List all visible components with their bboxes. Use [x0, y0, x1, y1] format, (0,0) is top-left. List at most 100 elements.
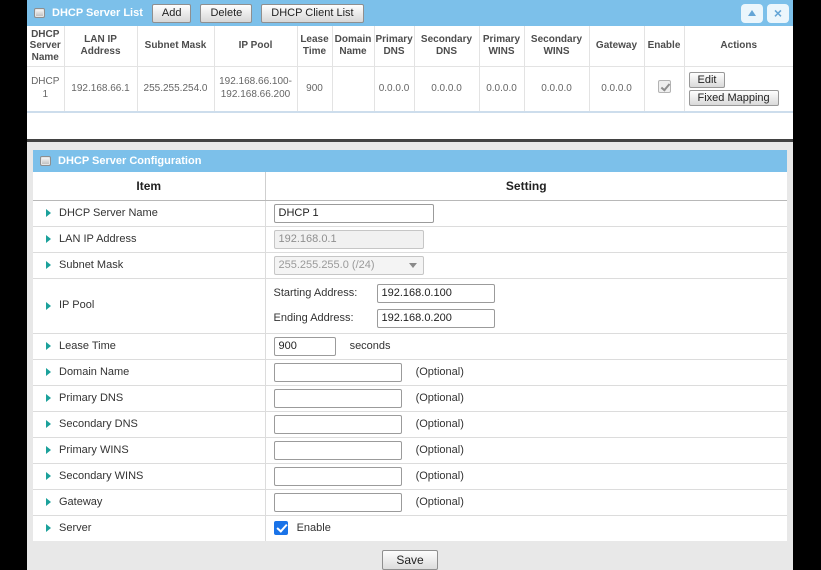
cell-lan-ip: 192.168.66.1	[64, 66, 137, 112]
lease-time-input[interactable]	[274, 337, 336, 356]
config-header-row: Item Setting	[33, 172, 787, 200]
item-bullet-icon	[46, 342, 51, 350]
lan-ip-address-input	[274, 230, 424, 249]
optional-label: (Optional)	[416, 366, 464, 378]
item-bullet-icon	[46, 394, 51, 402]
close-button[interactable]: ×	[767, 4, 789, 23]
edit-button[interactable]: Edit	[689, 72, 726, 88]
optional-label: (Optional)	[416, 496, 464, 508]
row-dhcp-server-name: DHCP Server Name	[33, 200, 787, 226]
collapse-icon	[748, 10, 756, 16]
subnet-mask-select: 255.255.255.0 (/24)	[274, 256, 424, 275]
row-primary-wins: Primary WINS (Optional)	[33, 437, 787, 463]
panel-title: DHCP Server Configuration	[58, 155, 201, 167]
cell-name: DHCP 1	[27, 66, 64, 112]
item-label: Domain Name	[59, 366, 129, 378]
row-lan-ip-address: LAN IP Address	[33, 226, 787, 252]
col-actions: Actions	[684, 26, 793, 66]
ip-pool-start: 192.168.66.100-	[216, 76, 296, 89]
table-row: DHCP 1 192.168.66.1 255.255.254.0 192.16…	[27, 66, 793, 112]
row-ip-pool: IP Pool Starting Address: Ending Address…	[33, 278, 787, 333]
dhcp-client-list-button[interactable]: DHCP Client List	[261, 4, 363, 23]
dhcp-server-name-input[interactable]	[274, 204, 434, 223]
section-gap	[27, 113, 793, 139]
enable-checkbox-disabled	[658, 80, 671, 93]
dhcp-server-configuration-table: Item Setting DHCP Server Name LAN IP Add…	[33, 172, 787, 541]
optional-label: (Optional)	[416, 444, 464, 456]
starting-address-label: Starting Address:	[274, 287, 377, 299]
collapse-button[interactable]	[741, 4, 763, 23]
item-label: Gateway	[59, 496, 102, 508]
item-bullet-icon	[46, 524, 51, 532]
ip-pool-end-line: Ending Address:	[274, 306, 788, 331]
col-ip-pool: IP Pool	[214, 26, 297, 66]
item-label: IP Pool	[59, 300, 94, 312]
cell-enable	[644, 66, 684, 112]
cell-gateway: 0.0.0.0	[589, 66, 644, 112]
server-enable-checkbox[interactable]	[274, 521, 288, 535]
cell-secondary-dns: 0.0.0.0	[414, 66, 479, 112]
ending-address-input[interactable]	[377, 309, 495, 328]
primary-dns-input[interactable]	[274, 389, 402, 408]
cell-subnet-mask: 255.255.254.0	[137, 66, 214, 112]
enable-label: Enable	[297, 522, 331, 534]
row-gateway: Gateway (Optional)	[33, 489, 787, 515]
row-subnet-mask: Subnet Mask 255.255.255.0 (/24)	[33, 252, 787, 278]
col-subnet-mask: Subnet Mask	[137, 26, 214, 66]
item-label: Primary DNS	[59, 392, 123, 404]
delete-button[interactable]: Delete	[200, 4, 252, 23]
row-secondary-dns: Secondary DNS (Optional)	[33, 411, 787, 437]
col-enable: Enable	[644, 26, 684, 66]
ip-pool-end: 192.168.66.200	[216, 89, 296, 102]
col-primary-dns: Primary DNS	[374, 26, 414, 66]
optional-label: (Optional)	[416, 418, 464, 430]
col-gateway: Gateway	[589, 26, 644, 66]
dhcp-server-configuration-panel: DHCP Server Configuration Item Setting D…	[27, 142, 793, 570]
panel-title: DHCP Server List	[52, 7, 143, 19]
col-dhcp-server-name: DHCP Server Name	[27, 26, 64, 66]
item-label: Secondary WINS	[59, 470, 143, 482]
cell-secondary-wins: 0.0.0.0	[524, 66, 589, 112]
panel-icon	[40, 156, 51, 166]
dhcp-server-list-header: DHCP Server List Add Delete DHCP Client …	[27, 0, 793, 26]
add-button[interactable]: Add	[152, 4, 192, 23]
page-content: DHCP Server List Add Delete DHCP Client …	[27, 0, 793, 567]
item-label: LAN IP Address	[59, 233, 136, 245]
subnet-mask-selected-value: 255.255.255.0 (/24)	[279, 259, 375, 271]
cell-primary-wins: 0.0.0.0	[479, 66, 524, 112]
panel-icon	[34, 8, 45, 18]
fixed-mapping-button[interactable]: Fixed Mapping	[689, 90, 779, 106]
save-button[interactable]: Save	[382, 550, 437, 570]
optional-label: (Optional)	[416, 392, 464, 404]
starting-address-input[interactable]	[377, 284, 495, 303]
row-lease-time: Lease Time seconds	[33, 333, 787, 359]
item-bullet-icon	[46, 302, 51, 310]
col-secondary-dns: Secondary DNS	[414, 26, 479, 66]
dhcp-server-list-table: DHCP Server Name LAN IP Address Subnet M…	[27, 26, 793, 113]
col-lan-ip-address: LAN IP Address	[64, 26, 137, 66]
item-label: Server	[59, 522, 91, 534]
item-column-header: Item	[33, 172, 265, 200]
item-bullet-icon	[46, 209, 51, 217]
item-label: Subnet Mask	[59, 259, 123, 271]
row-secondary-wins: Secondary WINS (Optional)	[33, 463, 787, 489]
table-header-row: DHCP Server Name LAN IP Address Subnet M…	[27, 26, 793, 66]
col-lease-time: Lease Time	[297, 26, 332, 66]
chevron-down-icon	[409, 263, 417, 268]
cell-domain-name	[332, 66, 374, 112]
item-bullet-icon	[46, 498, 51, 506]
dhcp-server-list-panel: DHCP Server List Add Delete DHCP Client …	[27, 0, 793, 113]
gateway-input[interactable]	[274, 493, 402, 512]
secondary-dns-input[interactable]	[274, 415, 402, 434]
col-domain-name: Domain Name	[332, 26, 374, 66]
item-label: Secondary DNS	[59, 418, 138, 430]
domain-name-input[interactable]	[274, 363, 402, 382]
secondary-wins-input[interactable]	[274, 467, 402, 486]
seconds-label: seconds	[350, 340, 391, 352]
primary-wins-input[interactable]	[274, 441, 402, 460]
cell-primary-dns: 0.0.0.0	[374, 66, 414, 112]
item-bullet-icon	[46, 235, 51, 243]
ip-pool-start-line: Starting Address:	[274, 281, 788, 306]
setting-column-header: Setting	[265, 172, 787, 200]
item-label: Primary WINS	[59, 444, 129, 456]
